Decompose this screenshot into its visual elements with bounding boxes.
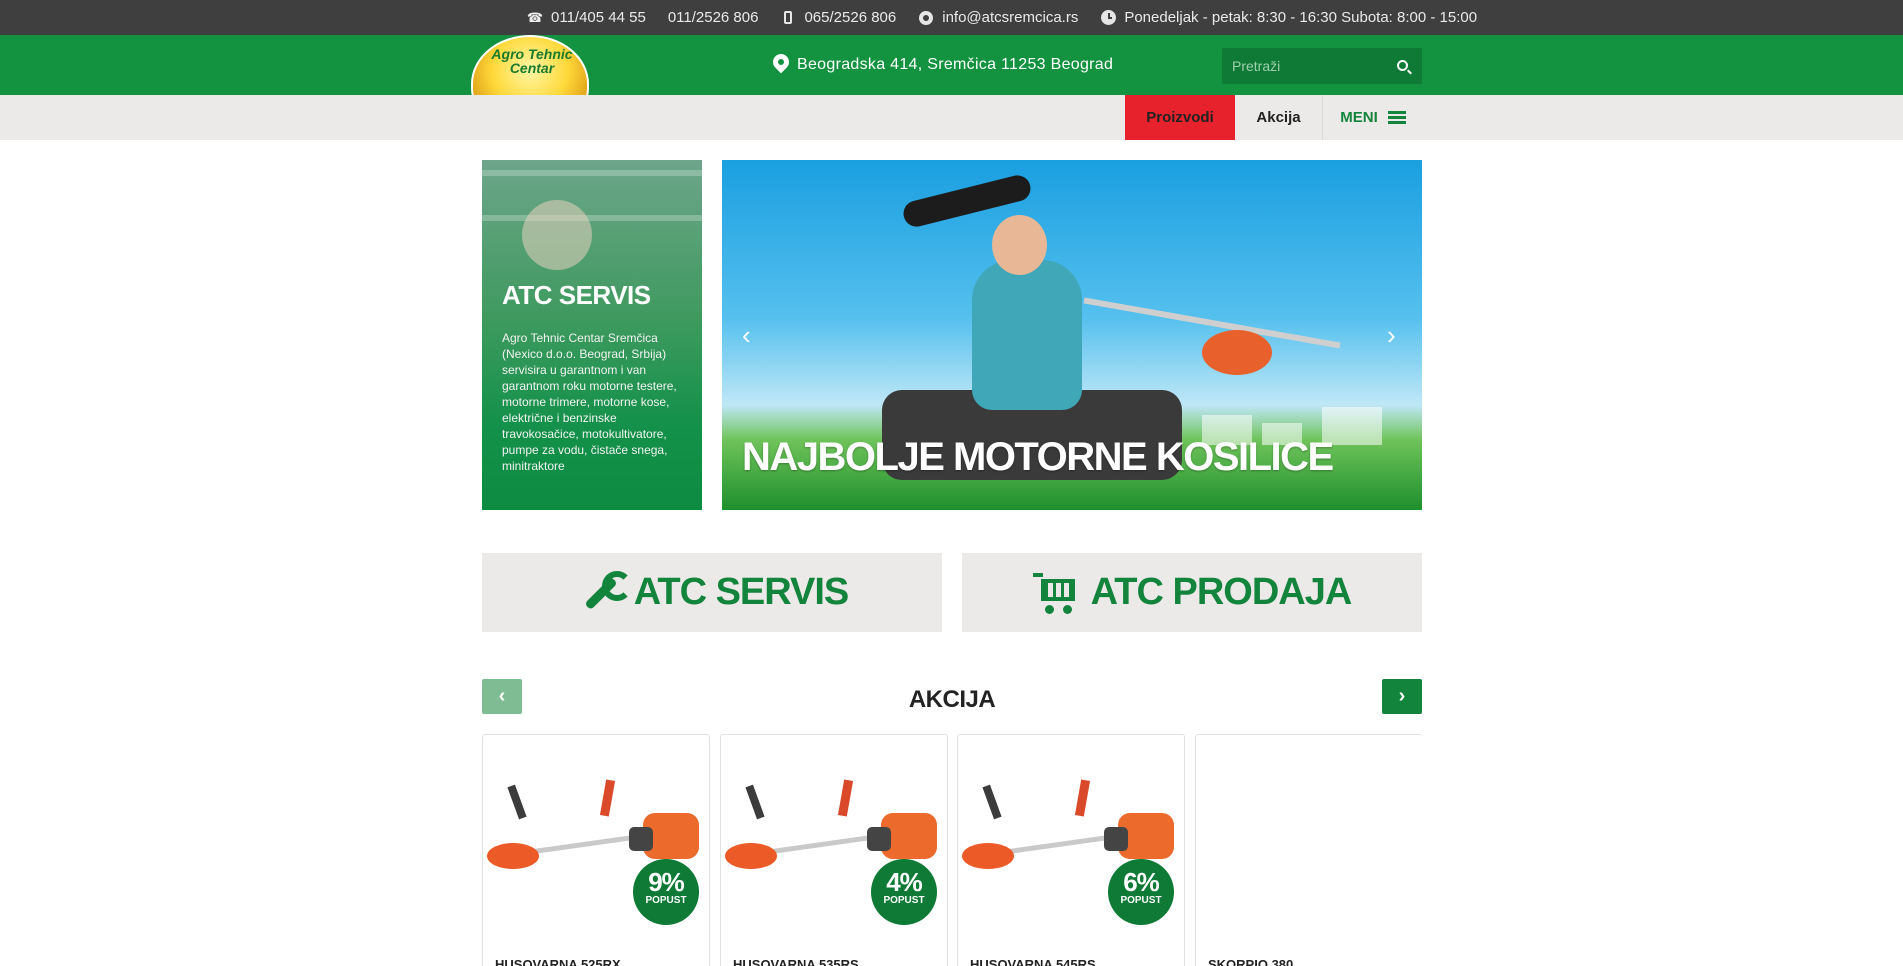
phone-number-1[interactable]: 011/405 44 55 bbox=[551, 9, 646, 26]
discount-badge: 6% POPUST bbox=[1108, 859, 1174, 925]
location-pin-icon bbox=[773, 54, 789, 76]
nav-proizvodi[interactable]: Proizvodi bbox=[1125, 95, 1235, 140]
primary-navigation: Proizvodi Akcija MENI bbox=[0, 95, 1903, 140]
email-icon bbox=[918, 10, 934, 26]
cart-icon bbox=[1032, 571, 1077, 615]
promo-description: Agro Tehnic Centar Sremčica (Nexico d.o.… bbox=[502, 331, 677, 473]
wrench-icon bbox=[576, 570, 632, 615]
servis-label: ATC SERVIS bbox=[633, 571, 850, 613]
discount-badge: 9% POPUST bbox=[633, 859, 699, 925]
product-name[interactable]: SKORPIO 380 bbox=[1208, 957, 1293, 966]
menu-label: MENI bbox=[1340, 109, 1378, 126]
slider-prev-arrow[interactable]: ‹ bbox=[742, 320, 751, 351]
nav-menu-button[interactable]: MENI bbox=[1323, 95, 1423, 140]
address: Beogradska 414, Sremčica 11253 Beograd bbox=[773, 35, 1113, 95]
hamburger-icon bbox=[1387, 110, 1406, 125]
product-name[interactable]: HUSQVARNA 535RS bbox=[733, 957, 859, 966]
akcija-title: AKCIJA bbox=[908, 686, 996, 713]
mobile-icon bbox=[780, 10, 796, 26]
discount-badge: 4% POPUST bbox=[871, 859, 937, 925]
product-name[interactable]: HUSQVARNA 545RS bbox=[970, 957, 1096, 966]
address-text: Beogradska 414, Sremčica 11253 Beograd bbox=[797, 56, 1114, 73]
phone-number-2[interactable]: 011/2526 806 bbox=[668, 9, 759, 26]
product-name[interactable]: HUSQVARNA 525RX bbox=[495, 957, 621, 966]
phone-icon: ☎ bbox=[526, 9, 544, 25]
mobile-number[interactable]: 065/2526 806 bbox=[804, 9, 896, 26]
product-card[interactable]: 4% POPUST HUSQVARNA 535RS bbox=[720, 734, 948, 966]
product-card[interactable]: 6% POPUST HUSQVARNA 545RS bbox=[957, 734, 1185, 966]
main-header: Beogradska 414, Sremčica 11253 Beograd bbox=[0, 35, 1903, 95]
search-icon[interactable] bbox=[1397, 60, 1408, 71]
hero-slider[interactable]: ‹ › NAJBOLJE MOTORNE KOSILICE bbox=[722, 160, 1422, 510]
clock-icon bbox=[1100, 10, 1116, 26]
prodaja-label: ATC PRODAJA bbox=[1090, 571, 1353, 613]
slider-next-arrow[interactable]: › bbox=[1387, 320, 1396, 351]
nav-akcija[interactable]: Akcija bbox=[1235, 95, 1323, 140]
product-card[interactable]: 9% POPUST HUSQVARNA 525RX bbox=[482, 734, 710, 966]
email-link[interactable]: info@atcsremcica.rs bbox=[942, 9, 1078, 26]
product-card[interactable]: SKORPIO 380 bbox=[1195, 734, 1423, 966]
logo-line-2: Centar bbox=[509, 60, 555, 76]
akcija-next-button[interactable]: › bbox=[1382, 679, 1422, 714]
working-hours: Ponedeljak - petak: 8:30 - 16:30 Subota:… bbox=[1124, 9, 1478, 26]
atc-prodaja-button[interactable]: ATC PRODAJA bbox=[962, 553, 1422, 632]
servis-photo bbox=[522, 200, 592, 270]
hero-caption: NAJBOLJE MOTORNE KOSILICE bbox=[742, 435, 1334, 479]
atc-servis-button[interactable]: ATC SERVIS bbox=[482, 553, 942, 632]
logo-line-1: Agro Tehnic bbox=[491, 46, 573, 62]
servis-promo-panel[interactable]: ATC SERVIS Agro Tehnic Centar Sremčica (… bbox=[482, 160, 702, 510]
promo-title: ATC SERVIS bbox=[502, 280, 651, 310]
trimmer-head-image bbox=[1202, 330, 1272, 375]
top-contact-bar: ☎ 011/405 44 55 011/2526 806 065/2526 80… bbox=[0, 0, 1903, 35]
search-input[interactable] bbox=[1222, 48, 1382, 84]
gardener-image bbox=[972, 260, 1082, 410]
akcija-prev-button[interactable]: ‹ bbox=[482, 679, 522, 714]
search-box bbox=[1222, 48, 1422, 84]
